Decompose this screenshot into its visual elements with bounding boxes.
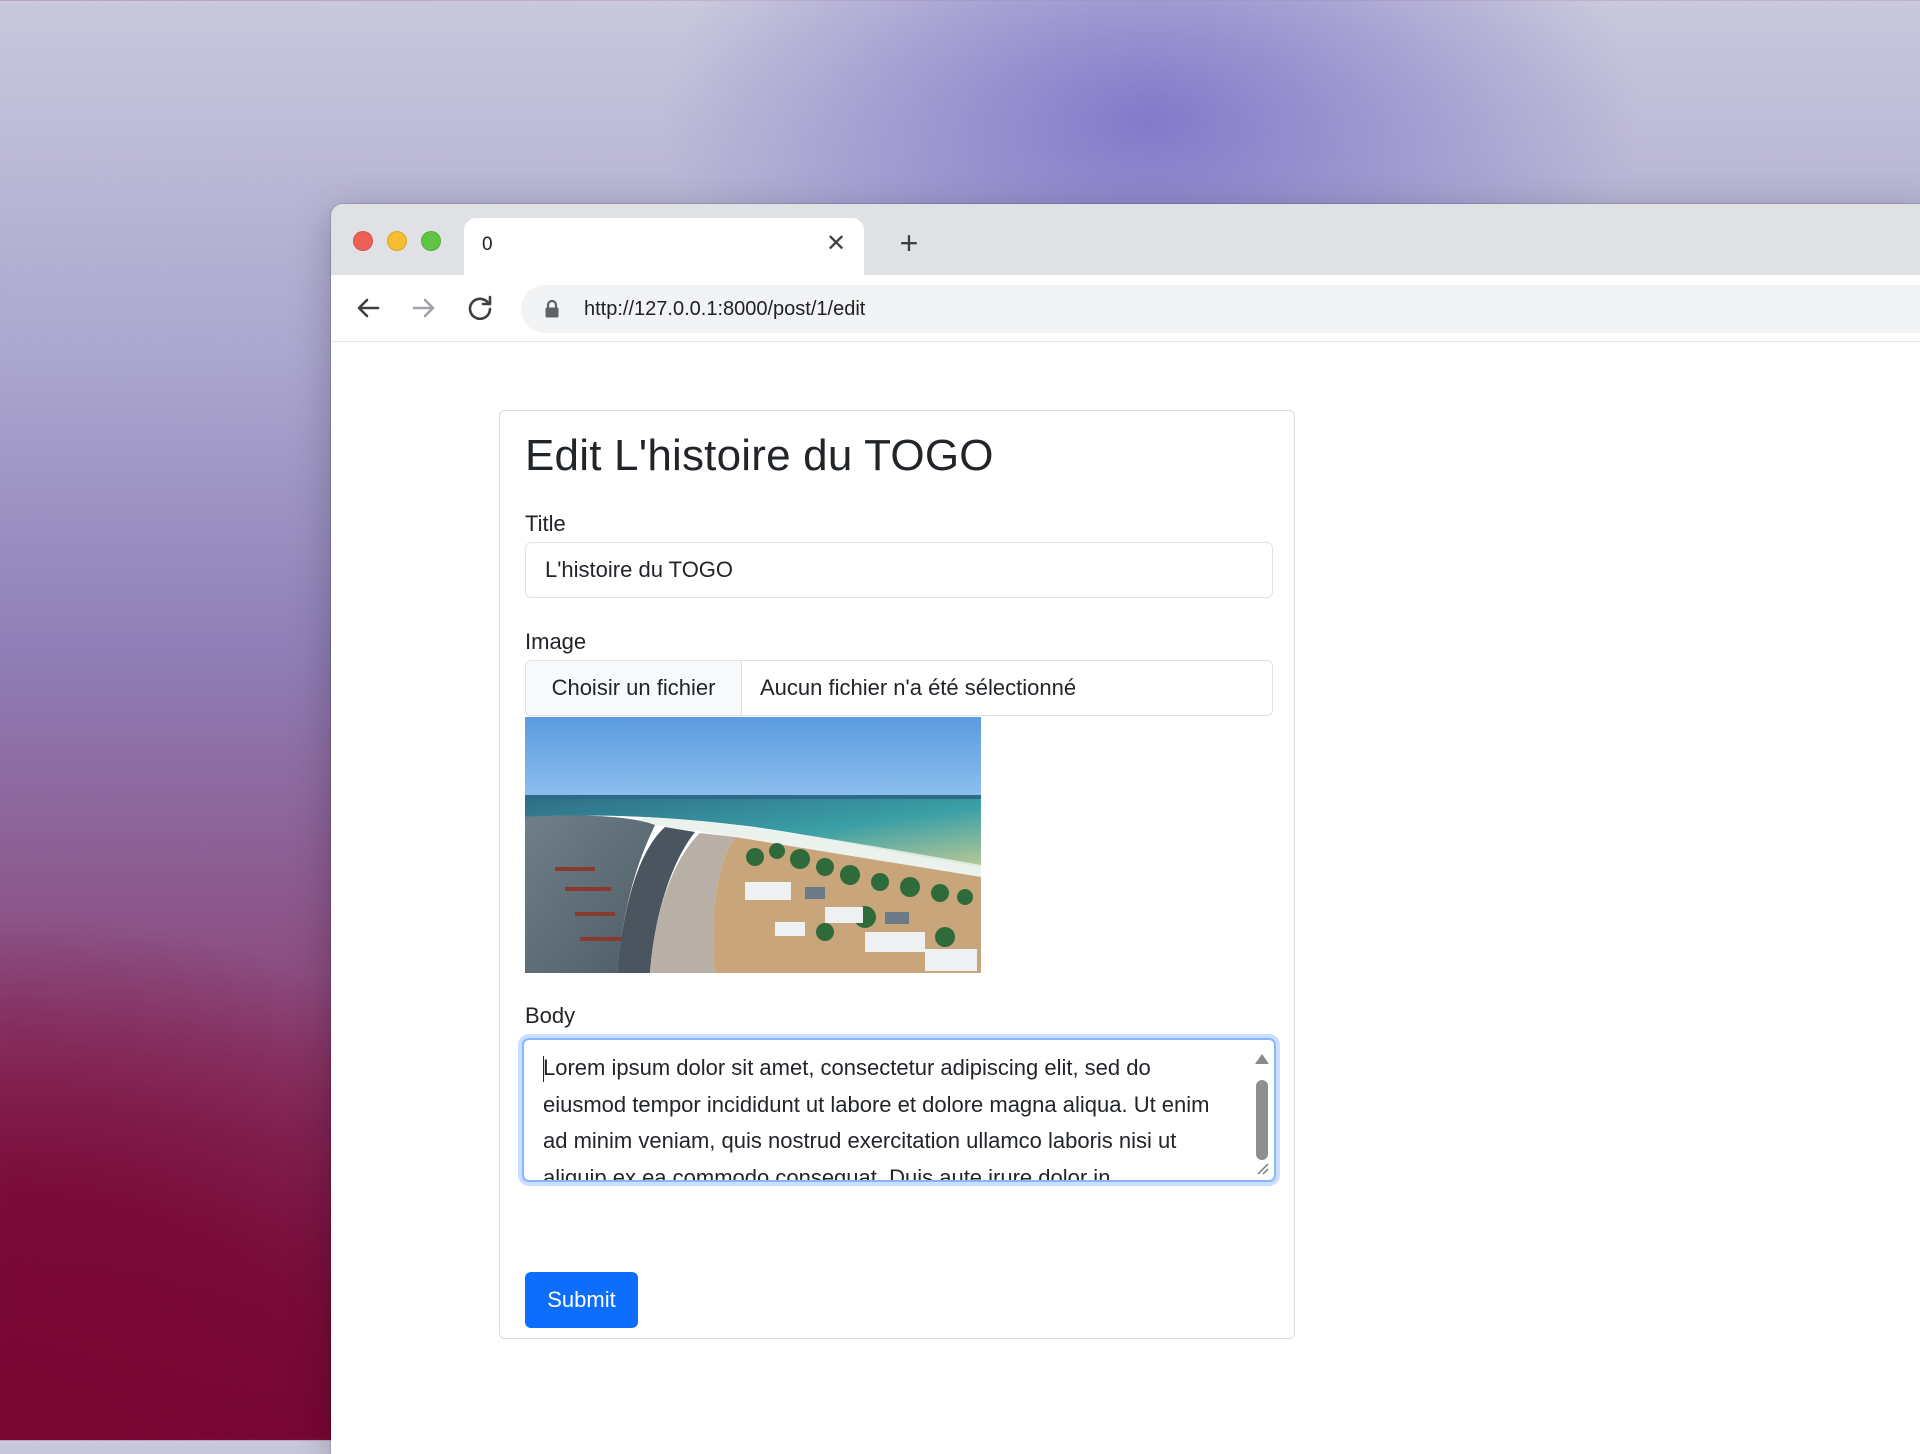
arrow-right-icon[interactable] [407, 291, 441, 325]
close-window-button[interactable] [353, 231, 373, 251]
tab-strip: 0 ✕ + [331, 204, 1920, 275]
zoom-window-button[interactable] [421, 231, 441, 251]
close-icon[interactable]: ✕ [824, 232, 848, 256]
arrow-left-icon[interactable] [351, 291, 385, 325]
browser-toolbar: http://127.0.0.1:8000/post/1/edit [331, 275, 1920, 342]
title-label: Title [525, 511, 566, 536]
lock-icon [543, 299, 561, 319]
resize-handle-icon[interactable] [1250, 1156, 1272, 1178]
body-text: Lorem ipsum dolor sit amet, consectetur … [543, 1055, 1210, 1182]
image-label: Image [525, 629, 587, 654]
scrollbar-thumb[interactable] [1256, 1080, 1268, 1160]
post-image-preview [525, 717, 981, 973]
minimize-window-button[interactable] [387, 231, 407, 251]
body-label: Body [525, 1003, 576, 1028]
body-textarea[interactable]: Lorem ipsum dolor sit amet, consectetur … [522, 1038, 1276, 1182]
tab-title: 0 [482, 234, 493, 255]
edit-post-card: Edit L'histoire du TOGO Title Image Choi… [499, 410, 1295, 1339]
browser-tab[interactable]: 0 ✕ [464, 218, 864, 275]
choose-file-button[interactable]: Choisir un fichier [526, 661, 742, 715]
text-caret [543, 1056, 544, 1082]
image-file-input[interactable]: Choisir un fichier Aucun fichier n'a été… [525, 660, 1273, 716]
plus-icon[interactable]: + [895, 227, 923, 259]
address-bar[interactable]: http://127.0.0.1:8000/post/1/edit [521, 285, 1920, 333]
page-content: Edit L'histoire du TOGO Title Image Choi… [331, 342, 1920, 1454]
scroll-up-icon[interactable] [1255, 1054, 1269, 1064]
browser-window: 0 ✕ + http://127.0.0.1:8000/post/1/edit … [331, 204, 1920, 1454]
page-title: Edit L'histoire du TOGO [525, 431, 994, 480]
submit-button[interactable]: Submit [525, 1272, 638, 1328]
reload-icon[interactable] [463, 291, 497, 325]
title-input[interactable] [525, 542, 1273, 598]
url-text: http://127.0.0.1:8000/post/1/edit [584, 298, 866, 320]
file-status-text: Aucun fichier n'a été sélectionné [760, 675, 1077, 700]
